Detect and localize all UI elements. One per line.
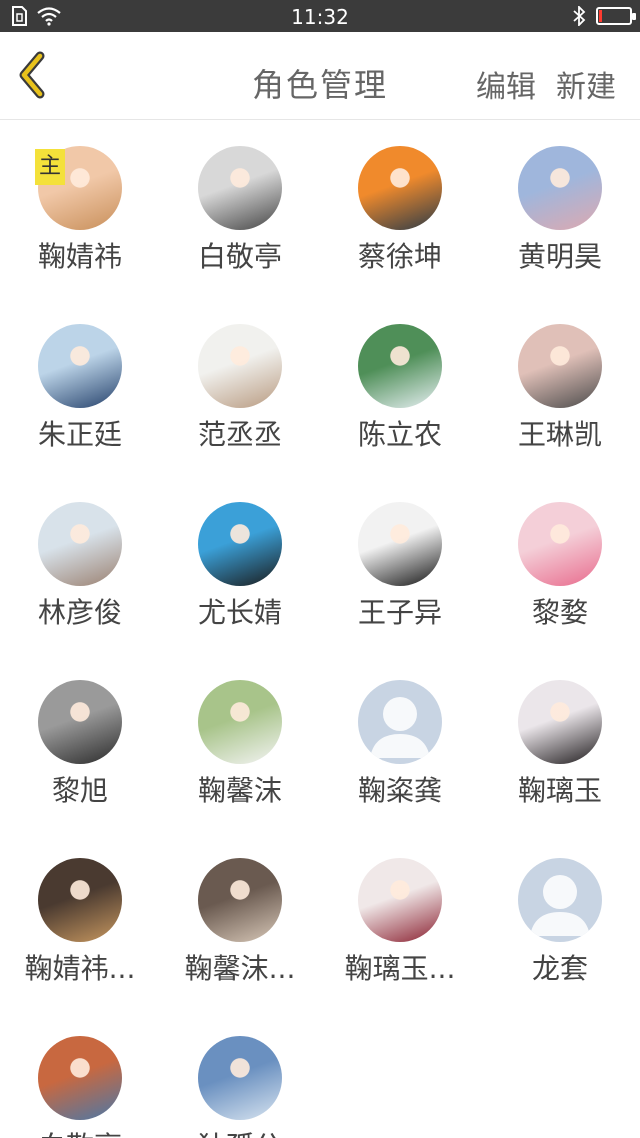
avatar	[358, 324, 442, 408]
avatar	[358, 146, 442, 230]
role-item[interactable]: 朱正廷	[0, 299, 160, 477]
role-item[interactable]: 范丞丞	[160, 299, 320, 477]
role-name: 龙套	[531, 952, 588, 985]
role-name: 黎旭	[51, 774, 108, 807]
avatar	[518, 324, 602, 408]
role-item[interactable]: 鞠馨沫	[160, 655, 320, 833]
role-name: 鞠璃玉	[517, 774, 602, 807]
role-name: 鞠馨沫...	[184, 952, 296, 985]
battery-icon	[596, 7, 636, 25]
role-item[interactable]: 黄明昊	[480, 121, 640, 299]
role-name: 黎婺	[531, 596, 588, 629]
avatar	[38, 1036, 122, 1120]
role-name: 王琳凯	[517, 418, 602, 451]
role-item[interactable]: 尤长婧	[160, 477, 320, 655]
bluetooth-icon	[573, 6, 586, 26]
default-avatar-icon	[518, 858, 602, 942]
role-item[interactable]: 陈立农	[320, 299, 480, 477]
new-button[interactable]: 新建	[556, 62, 616, 106]
role-name: 范丞丞	[197, 418, 282, 451]
avatar	[38, 324, 122, 408]
role-item[interactable]: 林彦俊	[0, 477, 160, 655]
avatar	[198, 146, 282, 230]
role-name: 独孤公	[160, 1125, 320, 1138]
page-title: 角色管理	[251, 66, 388, 104]
status-icons-right	[572, 6, 636, 26]
role-name: 尤长婧	[197, 596, 282, 629]
role-name: 鞠馨沫	[197, 774, 282, 807]
role-item[interactable]: 白敬亭	[0, 1011, 160, 1138]
role-item[interactable]: 白敬亭	[160, 121, 320, 299]
role-item[interactable]: 鞠粢龚	[320, 655, 480, 833]
role-name: 鞠婧祎	[37, 240, 122, 273]
avatar	[198, 858, 282, 942]
role-name: 陈立农	[357, 418, 442, 451]
role-item[interactable]: 王子异	[320, 477, 480, 655]
avatar	[198, 680, 282, 764]
avatar	[38, 502, 122, 586]
avatar	[358, 858, 442, 942]
avatar	[198, 502, 282, 586]
status-bar: 11:32	[0, 0, 640, 32]
role-name: 林彦俊	[37, 596, 122, 629]
main-role-badge: 主	[35, 149, 65, 185]
avatar	[358, 502, 442, 586]
avatar	[518, 680, 602, 764]
role-name: 蔡徐坤	[357, 240, 442, 273]
role-grid: 主鞠婧祎 白敬亭 蔡徐坤 黄明昊 朱正廷 范丞丞 陈立农 王琳凯 林彦俊 尤长婧 王子异 黎婺 黎旭 鞠馨…	[0, 121, 640, 1138]
role-item[interactable]: 独孤公	[160, 1011, 320, 1138]
role-item[interactable]: 黎婺	[480, 477, 640, 655]
role-name: 朱正廷	[37, 418, 122, 451]
role-item[interactable]: 鞠璃玉	[480, 655, 640, 833]
nav-header: 角色管理 编辑 新建	[0, 32, 640, 120]
role-item[interactable]: 鞠璃玉...	[320, 833, 480, 1011]
role-name: 王子异	[357, 596, 442, 629]
role-item[interactable]: 主鞠婧祎	[0, 121, 160, 299]
avatar	[518, 146, 602, 230]
avatar	[518, 502, 602, 586]
role-name: 黄明昊	[517, 240, 602, 273]
role-item[interactable]: 蔡徐坤	[320, 121, 480, 299]
default-avatar-icon	[358, 680, 442, 764]
role-name: 白敬亭	[197, 240, 282, 273]
role-name: 鞠婧祎...	[24, 952, 136, 985]
role-item[interactable]: 王琳凯	[480, 299, 640, 477]
role-item[interactable]: 龙套	[480, 833, 640, 1011]
role-name: 鞠粢龚	[357, 774, 442, 807]
avatar	[198, 324, 282, 408]
avatar	[198, 1036, 282, 1120]
role-item[interactable]: 鞠馨沫...	[160, 833, 320, 1011]
role-name: 白敬亭	[0, 1125, 160, 1138]
avatar	[38, 680, 122, 764]
role-item[interactable]: 鞠婧祎...	[0, 833, 160, 1011]
role-name: 鞠璃玉...	[344, 952, 456, 985]
avatar	[38, 858, 122, 942]
status-time: 11:32	[291, 5, 349, 29]
role-item[interactable]: 黎旭	[0, 655, 160, 833]
edit-button[interactable]: 编辑	[476, 62, 536, 106]
